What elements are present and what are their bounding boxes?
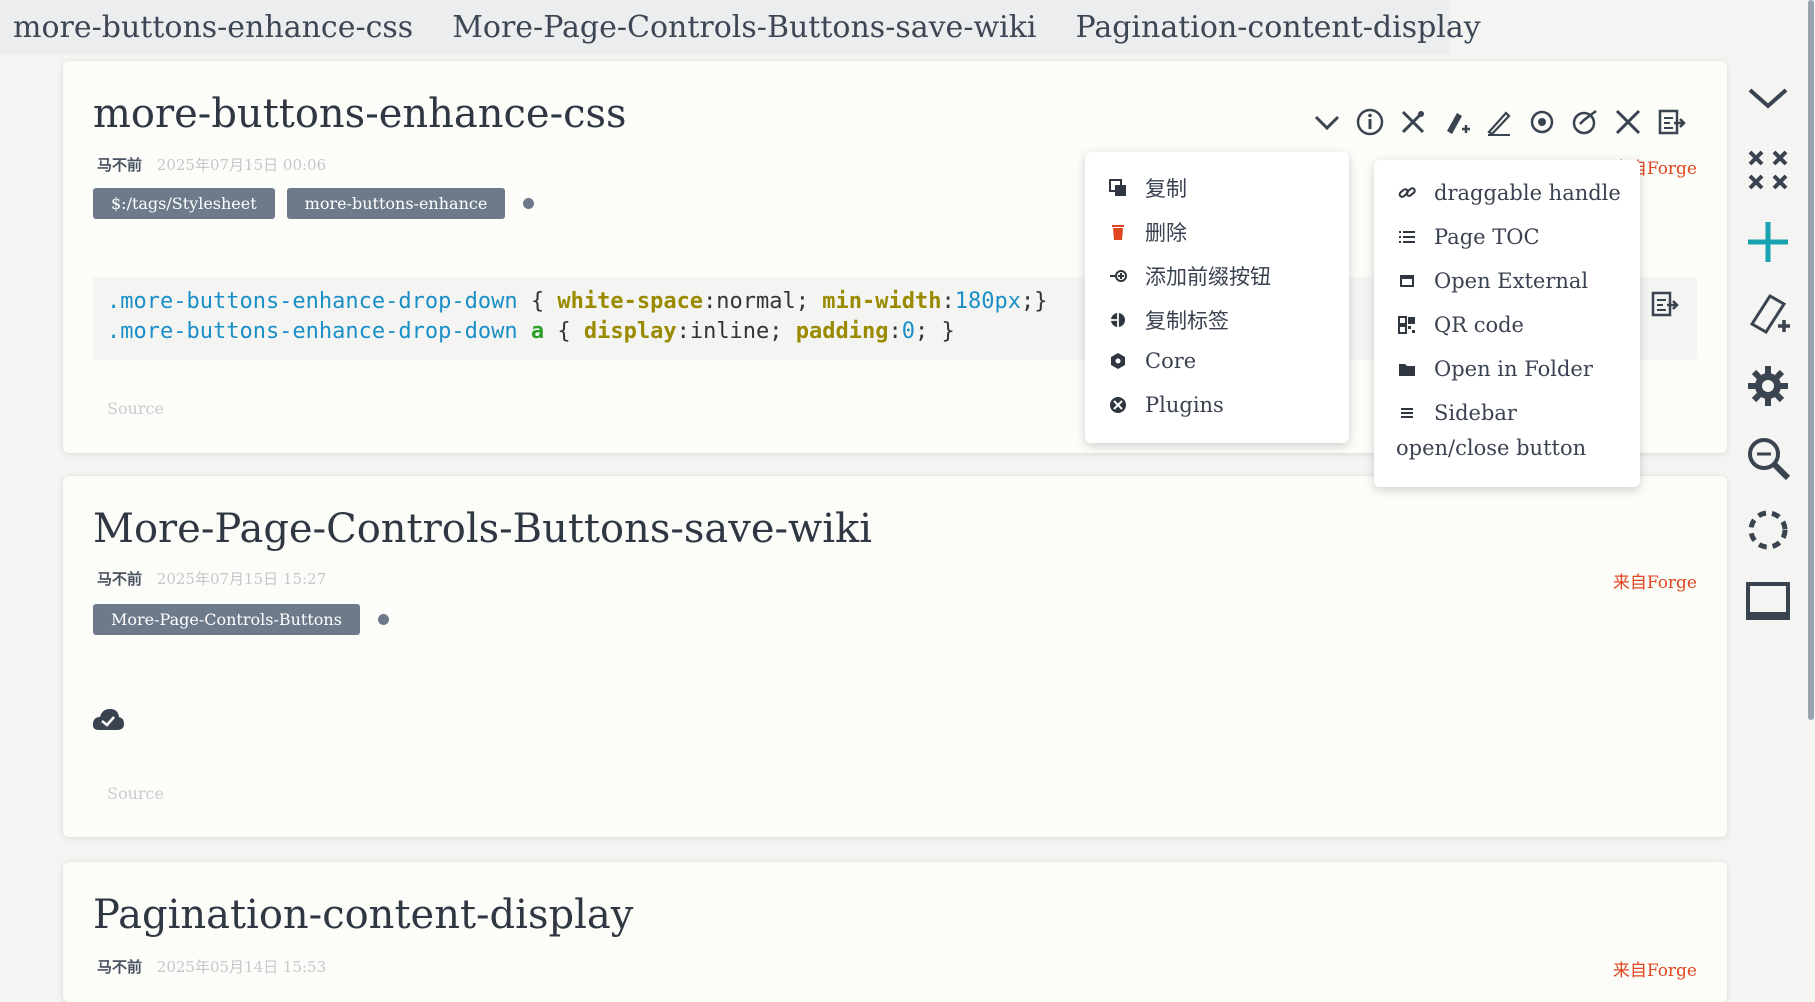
new-here-icon[interactable] — [1438, 104, 1474, 140]
page-scrollbar[interactable] — [1808, 0, 1814, 720]
chevron-down-icon[interactable] — [1309, 104, 1345, 140]
author[interactable]: 马不前 — [97, 156, 142, 174]
copy-tag-icon — [1107, 309, 1129, 331]
tiddler-title: More-Page-Controls-Buttons-save-wiki — [93, 506, 873, 552]
trash-icon — [1107, 221, 1129, 243]
menu-item-plugins[interactable]: Plugins — [1107, 393, 1224, 417]
menu-item-qr-code[interactable]: QR code — [1396, 313, 1524, 337]
tag-list: $:/tags/Stylesheet more-buttons-enhance — [93, 188, 535, 219]
from-source-label: 来自Forge — [1612, 573, 1697, 593]
source-link[interactable]: Source — [107, 784, 164, 803]
modified-date: 2025年05月14日 15:53 — [156, 958, 327, 976]
code-line-1: .more-buttons-enhance-drop-down { white-… — [107, 289, 1048, 314]
folder-icon — [1396, 358, 1418, 380]
tag-stylesheet[interactable]: $:/tags/Stylesheet — [93, 188, 275, 219]
window-icon — [1396, 270, 1418, 292]
menu-item-delete[interactable]: 删除 — [1107, 217, 1187, 247]
modified-date: 2025年07月15日 15:27 — [156, 570, 327, 588]
tools-icon[interactable] — [1395, 104, 1431, 140]
tag-dot-icon — [523, 198, 535, 209]
code-line-2: .more-buttons-enhance-drop-down a { disp… — [107, 319, 955, 344]
menu-item-clone[interactable]: 复制 — [1107, 173, 1187, 203]
tiddler-meta: 马不前 2025年07月15日 15:27 — [97, 568, 326, 589]
tiddler-more-page-controls-save-wiki: More-Page-Controls-Buttons-save-wiki 马不前… — [63, 476, 1727, 837]
tag-dot-icon — [377, 614, 389, 625]
list-icon — [1396, 226, 1418, 248]
menu-item-draggable-handle[interactable]: draggable handle — [1396, 181, 1621, 205]
prefix-icon — [1107, 265, 1129, 287]
new-journal-icon[interactable] — [1740, 286, 1796, 342]
plugins-icon — [1107, 394, 1129, 416]
tiddler-meta: 马不前 2025年05月14日 15:53 — [97, 956, 326, 977]
modified-date: 2025年07月15日 00:06 — [156, 156, 327, 174]
core-icon — [1107, 350, 1129, 372]
gear-icon[interactable] — [1740, 358, 1796, 414]
tiddler-title: more-buttons-enhance-css — [93, 91, 627, 137]
layout-icon[interactable] — [1740, 574, 1796, 630]
tiddler-meta: 马不前 2025年07月15日 00:06 — [97, 154, 326, 175]
tiddler-title: Pagination-content-display — [93, 892, 634, 938]
menu-item-page-toc[interactable]: Page TOC — [1396, 225, 1540, 249]
menu-item-sidebar-wrap[interactable]: open/close button — [1396, 436, 1586, 460]
author[interactable]: 马不前 — [97, 570, 142, 588]
menu-icon — [1396, 402, 1418, 424]
copy-code-icon[interactable] — [1649, 289, 1679, 319]
done-edit-icon[interactable] — [1567, 104, 1603, 140]
tag-list: More-Page-Controls-Buttons — [93, 604, 389, 635]
info-icon[interactable] — [1352, 104, 1388, 140]
export-icon[interactable] — [1653, 104, 1689, 140]
tag-more-buttons-enhance[interactable]: more-buttons-enhance — [286, 188, 506, 219]
tag-more-page-controls-buttons[interactable]: More-Page-Controls-Buttons — [93, 604, 360, 635]
tiddler-toolbar — [1302, 104, 1689, 140]
new-tiddler-icon[interactable] — [1740, 214, 1796, 270]
close-all-icon[interactable] — [1740, 142, 1796, 198]
chevron-down-icon[interactable] — [1740, 70, 1796, 126]
menu-item-core[interactable]: Core — [1107, 349, 1196, 373]
author[interactable]: 马不前 — [97, 958, 142, 976]
menu-item-open-external[interactable]: Open External — [1396, 269, 1588, 293]
page-controls-sidebar — [1725, 70, 1811, 646]
tab-more-page-controls-save-wiki[interactable]: More-Page-Controls-Buttons-save-wiki — [439, 10, 1062, 45]
clone-icon — [1107, 177, 1129, 199]
more-actions-dropdown: 复制 删除 添加前缀按钮 复制标签 Core Plugins — [1085, 152, 1349, 443]
menu-item-copy-tag[interactable]: 复制标签 — [1107, 305, 1229, 335]
search-icon[interactable] — [1740, 430, 1796, 486]
qr-icon — [1396, 314, 1418, 336]
cloud-check-icon[interactable] — [91, 706, 125, 732]
source-link[interactable]: Source — [107, 399, 164, 418]
tiddler-pagination-content-display: Pagination-content-display 马不前 2025年05月1… — [63, 862, 1727, 1002]
page-controls-dropdown: draggable handle Page TOC Open External … — [1374, 160, 1640, 487]
fold-icon[interactable] — [1524, 104, 1560, 140]
edit-icon[interactable] — [1481, 104, 1517, 140]
menu-item-open-in-folder[interactable]: Open in Folder — [1396, 357, 1593, 381]
story-tab-bar: more-buttons-enhance-css More-Page-Contr… — [0, 0, 1481, 54]
from-source-label: 来自Forge — [1612, 961, 1697, 981]
link-icon — [1396, 182, 1418, 204]
menu-item-sidebar[interactable]: Sidebar — [1396, 401, 1517, 425]
tab-more-buttons-enhance-css[interactable]: more-buttons-enhance-css — [0, 10, 439, 45]
menu-item-add-prefix[interactable]: 添加前缀按钮 — [1107, 261, 1271, 291]
refresh-icon[interactable] — [1740, 502, 1796, 558]
tab-pagination-content-display[interactable]: Pagination-content-display — [1063, 10, 1507, 45]
close-icon[interactable] — [1610, 104, 1646, 140]
